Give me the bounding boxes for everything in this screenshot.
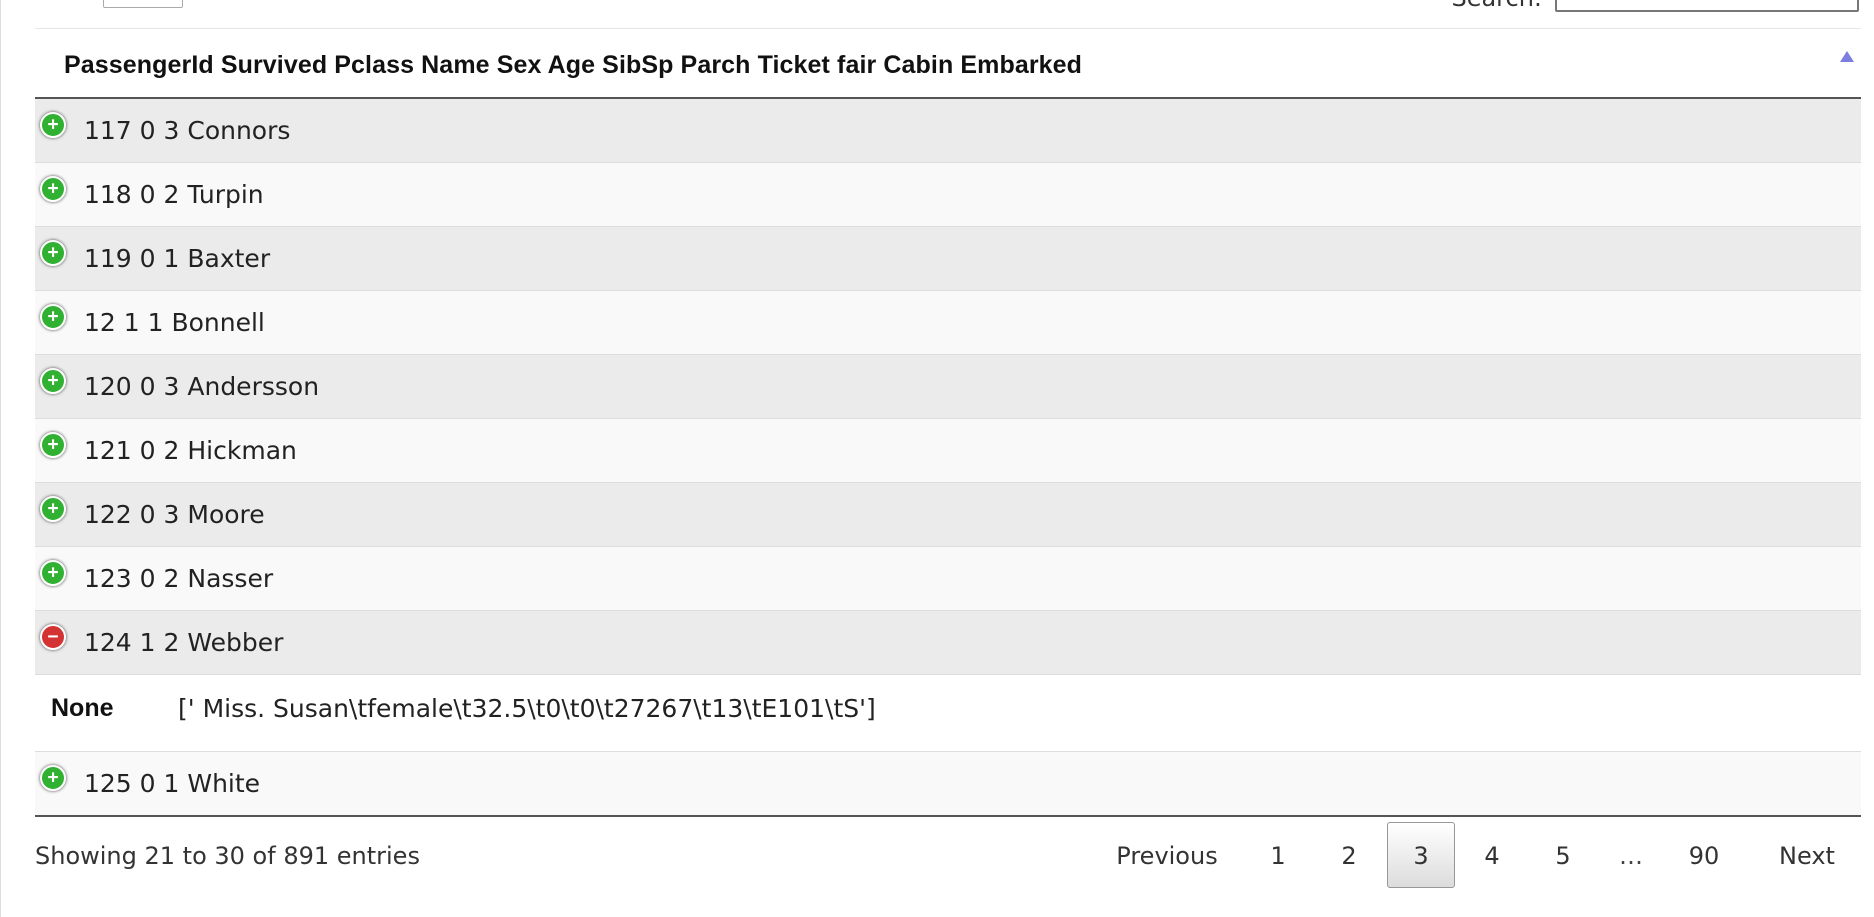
pagination-page-1[interactable]: 1 xyxy=(1245,822,1311,888)
pagination-page-3-current[interactable]: 3 xyxy=(1387,822,1455,888)
datatable-container: Search: PassengerId Survived Pclass Name… xyxy=(0,0,1874,917)
table-header[interactable]: PassengerId Survived Pclass Name Sex Age… xyxy=(35,29,1861,99)
plus-circle-icon[interactable]: + xyxy=(40,176,66,202)
pagination-page-2[interactable]: 2 xyxy=(1316,822,1382,888)
table-row[interactable]: + 12 1 1 Bonnell xyxy=(35,290,1861,354)
table-row[interactable]: + 118 0 2 Turpin xyxy=(35,162,1861,226)
table-info: Showing 21 to 30 of 891 entries xyxy=(35,842,420,870)
row-cell: 119 0 1 Baxter xyxy=(84,244,271,273)
pagination-ellipsis: … xyxy=(1619,842,1643,870)
table-footer-divider xyxy=(35,815,1861,817)
pagination-page-5[interactable]: 5 xyxy=(1530,822,1596,888)
row-cell: 122 0 3 Moore xyxy=(84,500,265,529)
pagination-page-4[interactable]: 4 xyxy=(1459,822,1525,888)
search-label: Search: xyxy=(1451,0,1542,10)
row-cell: 121 0 2 Hickman xyxy=(84,436,297,465)
plus-circle-icon[interactable]: + xyxy=(40,560,66,586)
row-cell: 118 0 2 Turpin xyxy=(84,180,264,209)
table-row[interactable]: + 119 0 1 Baxter xyxy=(35,226,1861,290)
row-cell: 124 1 2 Webber xyxy=(84,628,284,657)
row-cell: 117 0 3 Connors xyxy=(84,116,291,145)
plus-circle-icon[interactable]: + xyxy=(40,368,66,394)
row-cell: 12 1 1 Bonnell xyxy=(84,308,265,337)
child-row-details: None [' Miss. Susan\tfemale\t32.5\t0\t0\… xyxy=(35,674,1861,751)
plus-circle-icon[interactable]: + xyxy=(40,496,66,522)
pagination-page-last[interactable]: 90 xyxy=(1667,822,1741,888)
plus-circle-icon[interactable]: + xyxy=(40,765,66,791)
plus-circle-icon[interactable]: + xyxy=(40,112,66,138)
detail-key: None xyxy=(51,694,114,722)
detail-value: [' Miss. Susan\tfemale\t32.5\t0\t0\t2726… xyxy=(178,694,876,723)
entries-length-select[interactable] xyxy=(103,0,183,8)
table-row[interactable]: + 125 0 1 White xyxy=(35,751,1861,815)
column-header[interactable]: PassengerId Survived Pclass Name Sex Age… xyxy=(64,51,1082,80)
table-row-expanded[interactable]: − 124 1 2 Webber xyxy=(35,610,1861,674)
data-table: PassengerId Survived Pclass Name Sex Age… xyxy=(35,29,1861,815)
row-cell: 125 0 1 White xyxy=(84,769,261,798)
plus-circle-icon[interactable]: + xyxy=(40,240,66,266)
row-cell: 123 0 2 Nasser xyxy=(84,564,274,593)
table-row[interactable]: + 120 0 3 Andersson xyxy=(35,354,1861,418)
pagination-next-button[interactable]: Next xyxy=(1757,822,1857,888)
minus-circle-icon[interactable]: − xyxy=(40,624,66,650)
table-row[interactable]: + 121 0 2 Hickman xyxy=(35,418,1861,482)
row-cell: 120 0 3 Andersson xyxy=(84,372,320,401)
pagination: Previous 1 2 3 4 5 … 90 Next xyxy=(1101,822,1861,892)
table-body: + 117 0 3 Connors + 118 0 2 Turpin + 119… xyxy=(35,99,1861,815)
table-row[interactable]: + 117 0 3 Connors xyxy=(35,99,1861,162)
plus-circle-icon[interactable]: + xyxy=(40,432,66,458)
plus-circle-icon[interactable]: + xyxy=(40,304,66,330)
pagination-previous-button[interactable]: Previous xyxy=(1101,822,1233,888)
table-row[interactable]: + 123 0 2 Nasser xyxy=(35,546,1861,610)
search-input[interactable] xyxy=(1555,0,1859,12)
table-row[interactable]: + 122 0 3 Moore xyxy=(35,482,1861,546)
sort-asc-icon[interactable] xyxy=(1840,51,1854,62)
